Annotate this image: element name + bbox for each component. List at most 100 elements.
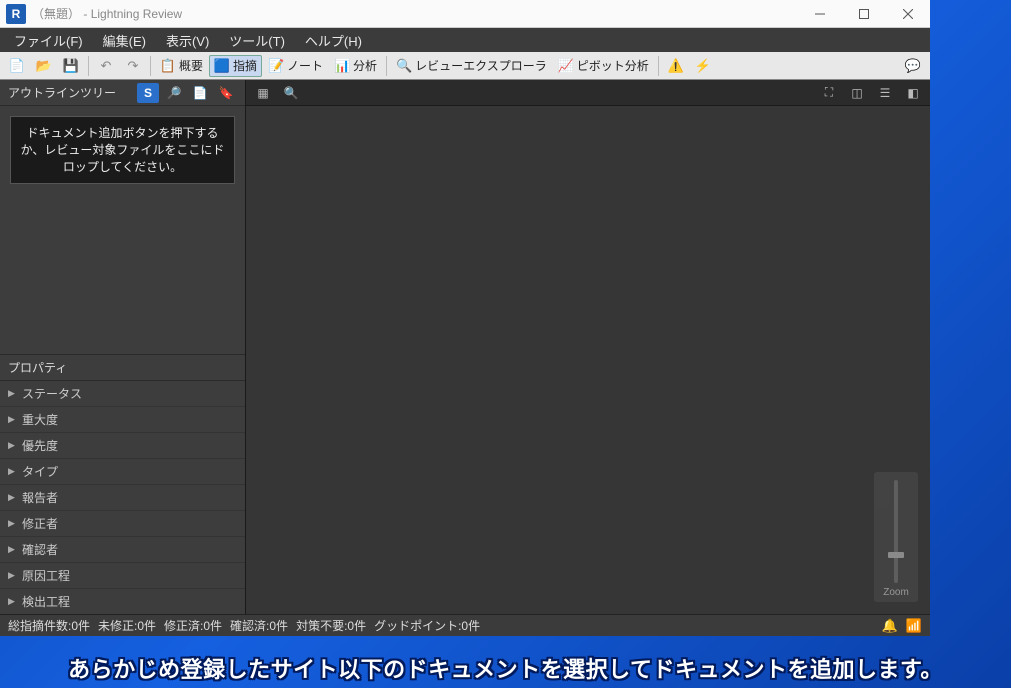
- save-icon: 💾: [63, 58, 79, 74]
- prop-label: 重大度: [22, 411, 58, 428]
- prop-label: 報告者: [22, 489, 58, 506]
- list-view-button[interactable]: ☰: [874, 83, 896, 103]
- folder-search-icon: 🔍: [396, 58, 412, 74]
- signal-icon[interactable]: 📶: [906, 618, 922, 634]
- zoom-slider[interactable]: Zoom: [874, 472, 918, 602]
- property-header: プロパティ: [0, 355, 245, 381]
- zoom-track[interactable]: [894, 480, 898, 583]
- prop-confirmer[interactable]: ▶確認者: [0, 537, 245, 563]
- prop-label: 修正者: [22, 515, 58, 532]
- prop-label: 原因工程: [22, 567, 70, 584]
- search-icon: 🔍: [284, 86, 299, 100]
- grid-icon: ▦: [257, 86, 268, 100]
- overview-label: 概要: [179, 57, 203, 74]
- bolt-button[interactable]: ⚡: [690, 55, 716, 77]
- doc-icon: 📋: [160, 58, 176, 74]
- outline-title: アウトラインツリー: [8, 84, 116, 101]
- sidebar: アウトラインツリー S 🔎 📄 🔖 ドキュメント追加ボタンを押下するか、レビュー…: [0, 80, 246, 614]
- redo-button[interactable]: ↷: [120, 55, 146, 77]
- note-button[interactable]: 📝 ノート: [263, 55, 328, 77]
- search-button[interactable]: 🔍: [280, 83, 302, 103]
- prop-priority[interactable]: ▶優先度: [0, 433, 245, 459]
- chevron-right-icon: ▶: [8, 570, 18, 581]
- status-fixed: 修正済:0件: [164, 617, 222, 634]
- close-button[interactable]: [886, 0, 930, 28]
- new-button[interactable]: 📄: [4, 55, 30, 77]
- property-panel: プロパティ ▶ステータス ▶重大度 ▶優先度 ▶タイプ ▶報告者 ▶修正者 ▶確…: [0, 354, 245, 614]
- toolbar: 📄 📂 💾 ↶ ↷ 📋 概要 🟦 指摘 📝 ノート 📊 分析 🔍 レビューエクス…: [0, 52, 930, 80]
- app-window: R （無題） - Lightning Review ファイル(F) 編集(E) …: [0, 0, 930, 636]
- bookmark-button[interactable]: 🔖: [215, 83, 237, 103]
- flag-icon: 🟦: [214, 58, 230, 74]
- split-h-icon: ◫: [851, 86, 862, 100]
- prop-reporter[interactable]: ▶ 報告者: [0, 485, 245, 511]
- menu-file[interactable]: ファイル(F): [4, 28, 93, 53]
- zoom-label: Zoom: [883, 587, 909, 598]
- add-doc-button[interactable]: 📄: [189, 83, 211, 103]
- review-explorer-button[interactable]: 🔍 レビューエクスプローラ: [391, 55, 552, 77]
- sharepoint-icon: S: [144, 86, 152, 100]
- status-bar: 総指摘件数:0件 未修正:0件 修正済:0件 確認済:0件 対策不要:0件 グッ…: [0, 614, 930, 636]
- menu-help[interactable]: ヘルプ(H): [295, 28, 372, 53]
- chart-icon: 📊: [334, 58, 350, 74]
- new-icon: 📄: [9, 58, 25, 74]
- undo-button[interactable]: ↶: [93, 55, 119, 77]
- app-icon: R: [6, 4, 26, 24]
- analysis-button[interactable]: 📊 分析: [329, 55, 382, 77]
- prop-fixer[interactable]: ▶修正者: [0, 511, 245, 537]
- menu-view[interactable]: 表示(V): [156, 28, 219, 53]
- overview-button[interactable]: 📋 概要: [155, 55, 208, 77]
- property-list[interactable]: ▶ステータス ▶重大度 ▶優先度 ▶タイプ ▶報告者 ▶修正者 ▶確認者 ▶原因…: [0, 381, 245, 614]
- menu-edit[interactable]: 編集(E): [93, 28, 156, 53]
- pointout-button[interactable]: 🟦 指摘: [209, 55, 262, 77]
- pivot-icon: 📈: [558, 58, 574, 74]
- prop-detect-process[interactable]: ▶検出工程: [0, 589, 245, 614]
- note-label: ノート: [287, 57, 323, 74]
- prop-label: 確認者: [22, 541, 58, 558]
- split-h-button[interactable]: ◫: [846, 83, 868, 103]
- sharepoint-button[interactable]: S: [137, 83, 159, 103]
- prop-status[interactable]: ▶ステータス: [0, 381, 245, 407]
- expand-button[interactable]: ▦: [252, 83, 274, 103]
- maximize-button[interactable]: [842, 0, 886, 28]
- pointout-label: 指摘: [233, 57, 257, 74]
- add-doc-icon: 📄: [193, 86, 208, 100]
- save-button[interactable]: 💾: [58, 55, 84, 77]
- pivot-label: ピボット分析: [577, 57, 649, 74]
- chevron-right-icon: ▶: [8, 596, 18, 607]
- window-title: （無題） - Lightning Review: [32, 5, 798, 22]
- prop-label: タイプ: [22, 463, 58, 480]
- open-button[interactable]: 📂: [31, 55, 57, 77]
- pivot-button[interactable]: 📈 ピボット分析: [553, 55, 654, 77]
- bell-icon[interactable]: 🔔: [882, 618, 898, 634]
- warning-button[interactable]: ⚠️: [663, 55, 689, 77]
- fullscreen-button[interactable]: ⛶: [818, 83, 840, 103]
- chevron-right-icon: ▶: [8, 492, 18, 503]
- side-panel-button[interactable]: ◧: [902, 83, 924, 103]
- separator: [88, 56, 89, 76]
- prop-label: 優先度: [22, 437, 58, 454]
- prop-type[interactable]: ▶タイプ: [0, 459, 245, 485]
- analysis-label: 分析: [353, 57, 377, 74]
- chat-button[interactable]: 💬: [900, 55, 926, 77]
- minimize-button[interactable]: [798, 0, 842, 28]
- drop-hint: ドキュメント追加ボタンを押下するか、レビュー対象ファイルをここにドロップしてくだ…: [10, 116, 235, 184]
- separator: [150, 56, 151, 76]
- prop-cause-process[interactable]: ▶ 原因工程: [0, 563, 245, 589]
- outline-tree[interactable]: ドキュメント追加ボタンを押下するか、レビュー対象ファイルをここにドロップしてくだ…: [0, 106, 245, 354]
- status-confirmed: 確認済:0件: [230, 617, 288, 634]
- status-good: グッドポイント:0件: [374, 617, 480, 634]
- redo-icon: ↷: [125, 58, 141, 74]
- document-viewport[interactable]: Zoom: [246, 106, 930, 614]
- menu-tool[interactable]: ツール(T): [219, 28, 295, 53]
- prop-severity[interactable]: ▶重大度: [0, 407, 245, 433]
- zoom-thumb[interactable]: [888, 552, 904, 558]
- subtitle-caption: あらかじめ登録したサイト以下のドキュメントを選択してドキュメントを追加します。: [0, 652, 1011, 684]
- status-nofix: 対策不要:0件: [296, 617, 366, 634]
- undo-icon: ↶: [98, 58, 114, 74]
- separator: [658, 56, 659, 76]
- filter-button[interactable]: 🔎: [163, 83, 185, 103]
- prop-label: ステータス: [22, 385, 82, 402]
- chat-icon: 💬: [905, 58, 921, 74]
- app-name: - Lightning Review: [83, 7, 182, 21]
